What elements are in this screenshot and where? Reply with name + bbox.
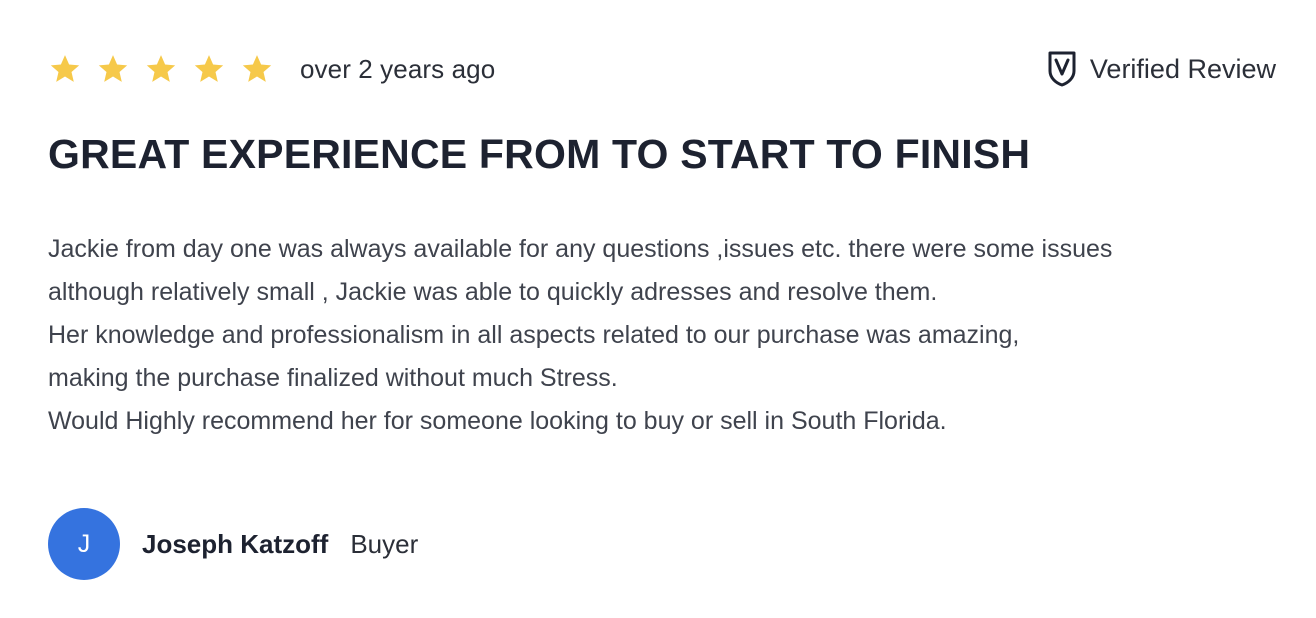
review-body-line: Her knowledge and professionalism in all… xyxy=(48,321,1020,349)
review-card: over 2 years ago Verified Review GREAT E… xyxy=(0,0,1316,618)
star-icon xyxy=(242,55,272,82)
review-body-line: Jackie from day one was always available… xyxy=(48,235,1113,263)
review-age: over 2 years ago xyxy=(300,53,496,84)
star-icon xyxy=(194,55,224,82)
review-body-line: although relatively small , Jackie was a… xyxy=(48,278,938,306)
star-icon xyxy=(98,55,128,82)
avatar: J xyxy=(48,508,120,580)
review-body: Jackie from day one was always available… xyxy=(48,228,1276,443)
review-body-line: making the purchase finalized without mu… xyxy=(48,364,618,392)
verified-review-badge: Verified Review xyxy=(1046,50,1276,88)
review-header: over 2 years ago Verified Review xyxy=(48,46,1276,92)
shield-check-icon xyxy=(1048,51,1076,87)
star-rating xyxy=(48,52,274,86)
author-name: Joseph Katzoff xyxy=(142,528,329,559)
review-body-line: Would Highly recommend her for someone l… xyxy=(48,407,947,435)
review-author: J Joseph Katzoff Buyer xyxy=(48,508,418,580)
star-icon xyxy=(50,55,80,82)
review-title: GREAT EXPERIENCE FROM TO START TO FINISH xyxy=(48,131,1031,177)
author-role: Buyer xyxy=(350,528,419,559)
rating-group: over 2 years ago xyxy=(48,52,495,86)
star-icon xyxy=(146,55,176,82)
verified-review-label: Verified Review xyxy=(1089,53,1276,84)
avatar-initial: J xyxy=(77,529,91,558)
